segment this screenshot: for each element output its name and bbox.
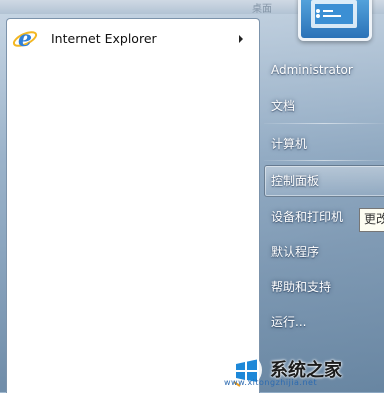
background-text: 桌面 bbox=[252, 4, 272, 15]
watermark: 系统之家 www.xitongzhijia.net bbox=[214, 344, 384, 392]
computer-link[interactable]: 计算机 bbox=[271, 135, 307, 152]
documents-link[interactable]: 文档 bbox=[271, 97, 295, 114]
submenu-arrow-icon bbox=[239, 35, 243, 43]
internet-explorer-icon: e bbox=[12, 26, 38, 52]
programs-pane: e Internet Explorer bbox=[6, 18, 260, 393]
run-link[interactable]: 运行... bbox=[271, 313, 306, 330]
help-support-link[interactable]: 帮助和支持 bbox=[271, 278, 331, 295]
control-panel-link[interactable]: 控制面板 bbox=[271, 172, 319, 189]
separator bbox=[264, 160, 384, 161]
svg-text:e: e bbox=[18, 26, 32, 52]
program-label: Internet Explorer bbox=[51, 31, 157, 46]
watermark-url: www.xitongzhijia.net bbox=[224, 378, 318, 387]
separator bbox=[264, 123, 384, 124]
user-picture[interactable] bbox=[298, 0, 372, 41]
user-folder-link[interactable]: Administrator bbox=[271, 63, 353, 77]
devices-printers-link[interactable]: 设备和打印机 bbox=[271, 208, 343, 225]
default-programs-link[interactable]: 默认程序 bbox=[271, 243, 319, 260]
program-item-internet-explorer[interactable]: e Internet Explorer bbox=[9, 24, 255, 54]
monitor-icon bbox=[311, 0, 357, 28]
tooltip: 更改 bbox=[359, 208, 384, 232]
